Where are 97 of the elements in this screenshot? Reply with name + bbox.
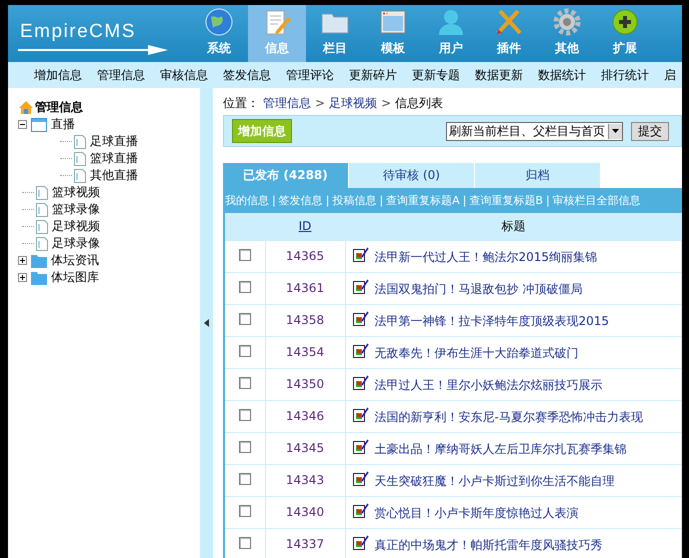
status-tab[interactable]: 归档 <box>475 163 600 188</box>
breadcrumb-link[interactable]: 管理信息 <box>263 94 311 112</box>
refresh-select[interactable]: 刷新当前栏目、父栏目与首页 <box>446 122 623 140</box>
row-checkbox[interactable] <box>238 312 251 324</box>
submenu-link[interactable]: 更新专题 <box>412 66 460 84</box>
id-cell: 14361 <box>265 272 345 304</box>
submenu-link[interactable]: 启 <box>664 66 676 84</box>
edit-icon[interactable] <box>352 406 368 422</box>
globe-icon <box>204 7 234 37</box>
edit-icon[interactable] <box>352 374 368 390</box>
tree-item[interactable]: 篮球录像 <box>52 201 100 218</box>
breadcrumb-current: 信息列表 <box>395 94 444 112</box>
tree-item[interactable]: 直播 <box>51 116 75 133</box>
collapse-arrow-icon <box>204 319 209 327</box>
gear-icon <box>552 7 582 37</box>
edit-icon[interactable] <box>352 470 368 486</box>
tree-title: 管理信息 <box>35 98 83 116</box>
page-icon <box>36 202 48 216</box>
folder-icon <box>31 254 47 268</box>
id-cell: 14358 <box>265 304 345 336</box>
filter-separator: | <box>326 194 330 207</box>
page-icon <box>74 152 86 166</box>
tree-item[interactable]: 体坛图库 <box>51 269 99 286</box>
edit-icon[interactable] <box>352 534 368 550</box>
id-cell: 14350 <box>265 368 345 400</box>
id-cell: 14346 <box>265 400 345 432</box>
empirecms-logo: EmpireCMS <box>8 5 188 62</box>
submenu-link[interactable]: 更新碎片 <box>349 66 397 84</box>
dropdown-arrow-icon <box>612 129 619 133</box>
tree-item[interactable]: 其他直播 <box>90 167 138 184</box>
row-checkbox[interactable] <box>238 408 251 420</box>
row-checkbox[interactable] <box>238 248 251 260</box>
filter-separator: | <box>546 194 550 207</box>
row-checkbox[interactable] <box>238 376 251 388</box>
module-tab[interactable]: 栏目 <box>306 5 364 62</box>
tree-item[interactable]: 篮球视频 <box>52 184 100 201</box>
page-icon <box>36 186 48 200</box>
page-icon <box>36 236 48 250</box>
module-tab[interactable]: 用户 <box>422 5 480 62</box>
tools-icon <box>494 7 524 37</box>
tree-item[interactable]: 篮球直播 <box>90 150 138 167</box>
channel-icon <box>31 118 47 132</box>
page-icon <box>36 220 48 234</box>
filter-separator: | <box>379 194 384 207</box>
edit-icon[interactable] <box>352 310 368 326</box>
row-checkbox[interactable] <box>238 344 251 356</box>
id-sort-link[interactable]: ID <box>298 219 312 234</box>
row-checkbox[interactable] <box>238 440 251 452</box>
module-tab[interactable]: 扩展 <box>596 5 654 62</box>
row-checkbox[interactable] <box>238 504 251 516</box>
module-tab[interactable]: 插件 <box>480 5 538 62</box>
tree-item[interactable]: 足球视频 <box>52 218 100 235</box>
submenu-link[interactable]: 管理评论 <box>286 66 334 84</box>
page-icon <box>74 168 86 182</box>
edit-icon[interactable] <box>352 438 368 454</box>
submenu-link[interactable]: 数据统计 <box>538 66 586 84</box>
module-tab[interactable]: 系统 <box>190 5 248 62</box>
breadcrumb-link[interactable]: 足球视频 <box>329 94 378 112</box>
filter-separator: | <box>272 194 276 207</box>
module-tab[interactable]: 其他 <box>538 5 596 62</box>
edit-icon[interactable] <box>352 502 368 518</box>
folder-icon <box>31 270 47 284</box>
status-tab[interactable]: 待审核 (0) <box>349 163 474 188</box>
submenu-link[interactable]: 数据更新 <box>475 66 523 84</box>
tree-item[interactable]: 足球直播 <box>90 133 138 150</box>
collapse-icon[interactable] <box>18 120 27 129</box>
id-cell: 14354 <box>265 336 345 368</box>
filter-separator: | <box>462 194 466 207</box>
submenu-link[interactable]: 签发信息 <box>223 66 271 84</box>
edit-icon[interactable] <box>352 246 368 262</box>
breadcrumb-label: 位置： <box>223 94 259 112</box>
submit-button[interactable]: 提交 <box>631 122 669 140</box>
tree-item[interactable]: 体坛资讯 <box>51 252 99 269</box>
person-icon <box>436 7 466 37</box>
edit-icon[interactable] <box>352 342 368 358</box>
row-checkbox[interactable] <box>238 280 251 292</box>
submenu-link[interactable]: 排行统计 <box>601 66 649 84</box>
page-icon <box>74 134 86 148</box>
id-cell: 14340 <box>265 496 345 528</box>
breadcrumb-separator: > <box>381 96 392 110</box>
home-icon <box>18 100 34 114</box>
expand-icon[interactable] <box>18 256 27 265</box>
row-checkbox[interactable] <box>238 472 251 484</box>
row-checkbox[interactable] <box>238 536 251 548</box>
tree-item[interactable]: 足球录像 <box>52 235 100 252</box>
edit-icon[interactable] <box>352 278 368 294</box>
id-cell: 14343 <box>265 464 345 496</box>
id-cell: 14345 <box>265 432 345 464</box>
breadcrumb-separator: > <box>315 96 326 110</box>
expand-icon[interactable] <box>18 273 27 282</box>
header-cell: 标题 <box>345 213 682 240</box>
submenu-link[interactable]: 增加信息 <box>34 66 82 84</box>
module-tab[interactable]: 模板 <box>364 5 422 62</box>
id-cell: 14365 <box>265 240 345 272</box>
plus-icon <box>610 7 640 37</box>
submenu-link[interactable]: 审核信息 <box>160 66 208 84</box>
submenu-link[interactable]: 管理信息 <box>97 66 145 84</box>
